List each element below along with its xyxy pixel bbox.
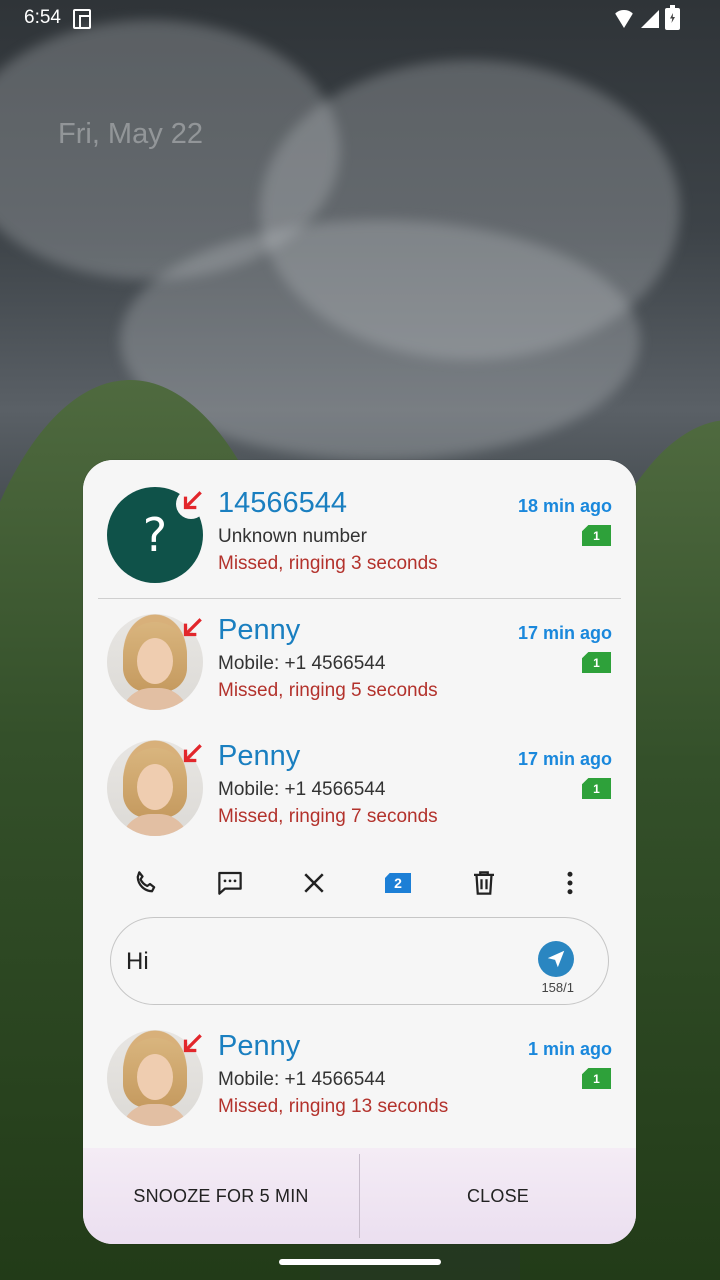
send-icon bbox=[547, 950, 565, 968]
caller-subtitle: Mobile: +1 4566544 bbox=[218, 779, 386, 800]
missed-calls-popup: ? 14566544 Unknown number Missed, ringin… bbox=[83, 460, 636, 1244]
missed-call-arrow-icon bbox=[179, 1031, 205, 1057]
screenshot-notification-icon bbox=[73, 9, 91, 29]
quick-reply-field[interactable]: Hi 158/1 bbox=[110, 917, 609, 1005]
caller-subtitle: Unknown number bbox=[218, 526, 367, 547]
status-icons bbox=[613, 5, 680, 30]
call-time: 17 min ago bbox=[517, 749, 612, 769]
popup-footer: SNOOZE FOR 5 MIN CLOSE bbox=[83, 1148, 636, 1244]
gesture-nav-handle[interactable] bbox=[279, 1259, 441, 1265]
call-item[interactable]: ? 14566544 Unknown number Missed, ringin… bbox=[83, 487, 636, 613]
battery-charging-icon bbox=[665, 5, 680, 30]
more-options-button[interactable] bbox=[549, 862, 591, 904]
call-item[interactable]: Penny Mobile: +1 4566544 Missed, ringing… bbox=[83, 740, 636, 866]
call-item[interactable]: Penny Mobile: +1 4566544 Missed, ringing… bbox=[83, 1030, 636, 1156]
snooze-button[interactable]: SNOOZE FOR 5 MIN bbox=[83, 1148, 359, 1244]
dismiss-button[interactable] bbox=[293, 862, 335, 904]
sim-icon: 1 bbox=[582, 652, 611, 673]
wifi-icon bbox=[613, 10, 635, 28]
sim-select-button[interactable]: 2 bbox=[377, 862, 419, 904]
popup-content: ? 14566544 Unknown number Missed, ringin… bbox=[83, 460, 636, 1148]
sim-icon: 1 bbox=[582, 1068, 611, 1089]
call-time: 17 min ago bbox=[517, 623, 612, 643]
missed-call-arrow-icon bbox=[179, 488, 205, 514]
missed-call-arrow-icon bbox=[179, 741, 205, 767]
call-status: Missed, ringing 7 seconds bbox=[218, 806, 438, 827]
sim-icon: 1 bbox=[582, 525, 611, 546]
call-status: Missed, ringing 5 seconds bbox=[218, 680, 438, 701]
close-icon bbox=[304, 873, 324, 893]
sim-2-icon: 2 bbox=[385, 873, 411, 893]
action-bar: 2 bbox=[83, 862, 636, 904]
call-status: Missed, ringing 3 seconds bbox=[218, 553, 438, 574]
delete-button[interactable] bbox=[463, 862, 505, 904]
caller-subtitle: Mobile: +1 4566544 bbox=[218, 653, 386, 674]
call-time: 18 min ago bbox=[517, 496, 612, 516]
divider bbox=[98, 598, 621, 599]
reply-text[interactable]: Hi bbox=[126, 948, 149, 976]
char-counter: 158/1 bbox=[541, 980, 574, 995]
phone-icon bbox=[136, 871, 156, 893]
status-bar: 6:54 bbox=[0, 0, 720, 36]
lock-screen-date: Fri, May 22 bbox=[58, 118, 204, 150]
call-item[interactable]: Penny Mobile: +1 4566544 Missed, ringing… bbox=[83, 614, 636, 740]
trash-icon bbox=[474, 871, 494, 895]
signal-icon bbox=[641, 10, 659, 28]
close-button[interactable]: CLOSE bbox=[360, 1148, 636, 1244]
caller-subtitle: Mobile: +1 4566544 bbox=[218, 1069, 386, 1090]
status-time: 6:54 bbox=[24, 7, 61, 28]
call-back-button[interactable] bbox=[125, 862, 167, 904]
message-icon bbox=[218, 871, 242, 895]
more-vert-icon bbox=[567, 871, 573, 895]
caller-name: Penny bbox=[218, 614, 301, 646]
call-time: 1 min ago bbox=[527, 1039, 612, 1059]
sim-icon: 1 bbox=[582, 778, 611, 799]
caller-name: Penny bbox=[218, 740, 301, 772]
send-button[interactable] bbox=[538, 941, 574, 977]
call-status: Missed, ringing 13 seconds bbox=[218, 1096, 449, 1117]
send-message-button[interactable] bbox=[209, 862, 251, 904]
caller-name: 14566544 bbox=[218, 487, 348, 519]
missed-call-arrow-icon bbox=[179, 615, 205, 641]
caller-name: Penny bbox=[218, 1030, 301, 1062]
